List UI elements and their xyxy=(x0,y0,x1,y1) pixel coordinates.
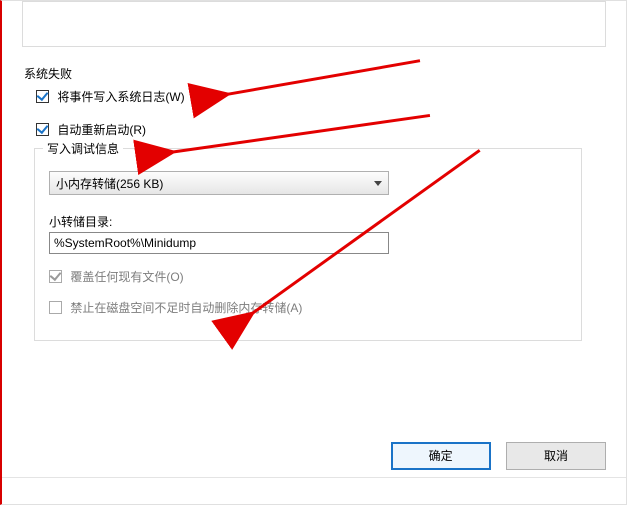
checkbox-no-auto-delete-row: 禁止在磁盘空间不足时自动删除内存转储(A) xyxy=(49,299,567,316)
chevron-down-icon xyxy=(374,181,382,186)
checkbox-write-event[interactable] xyxy=(36,90,49,103)
checkbox-auto-restart-label: 自动重新启动(R) xyxy=(57,123,146,137)
minidump-dir-label: 小转储目录: xyxy=(49,213,567,230)
checkbox-overwrite-label: 覆盖任何现有文件(O) xyxy=(70,270,183,284)
checkbox-auto-restart-row: 自动重新启动(R) xyxy=(36,121,606,138)
dialog-body: 系统失败 将事件写入系统日志(W) 自动重新启动(R) 写入调试信息 小内存转储… xyxy=(2,1,626,504)
checkbox-overwrite xyxy=(49,270,62,283)
section-title-system-failure: 系统失败 xyxy=(24,65,606,82)
cancel-button[interactable]: 取消 xyxy=(506,442,606,470)
ok-button[interactable]: 确定 xyxy=(391,442,491,470)
checkbox-write-event-label: 将事件写入系统日志(W) xyxy=(57,90,184,104)
dump-type-select[interactable]: 小内存转储(256 KB) xyxy=(49,171,389,195)
checkbox-no-auto-delete xyxy=(49,301,62,314)
group-write-debug-info: 写入调试信息 小内存转储(256 KB) 小转储目录: 覆盖任何现有文件(O) … xyxy=(34,148,582,341)
group-legend: 写入调试信息 xyxy=(43,140,123,157)
dialog-button-bar: 确定 取消 xyxy=(379,442,606,470)
dump-type-selected-value: 小内存转储(256 KB) xyxy=(56,177,163,191)
checkbox-overwrite-row: 覆盖任何现有文件(O) xyxy=(49,268,567,285)
minidump-dir-input[interactable] xyxy=(49,232,389,254)
upper-groupbox xyxy=(22,1,606,47)
checkbox-no-auto-delete-label: 禁止在磁盘空间不足时自动删除内存转储(A) xyxy=(70,301,302,315)
bottom-divider xyxy=(2,477,626,478)
checkbox-auto-restart[interactable] xyxy=(36,123,49,136)
checkbox-write-event-row: 将事件写入系统日志(W) xyxy=(36,88,606,105)
settings-dialog: 系统失败 将事件写入系统日志(W) 自动重新启动(R) 写入调试信息 小内存转储… xyxy=(0,0,627,505)
